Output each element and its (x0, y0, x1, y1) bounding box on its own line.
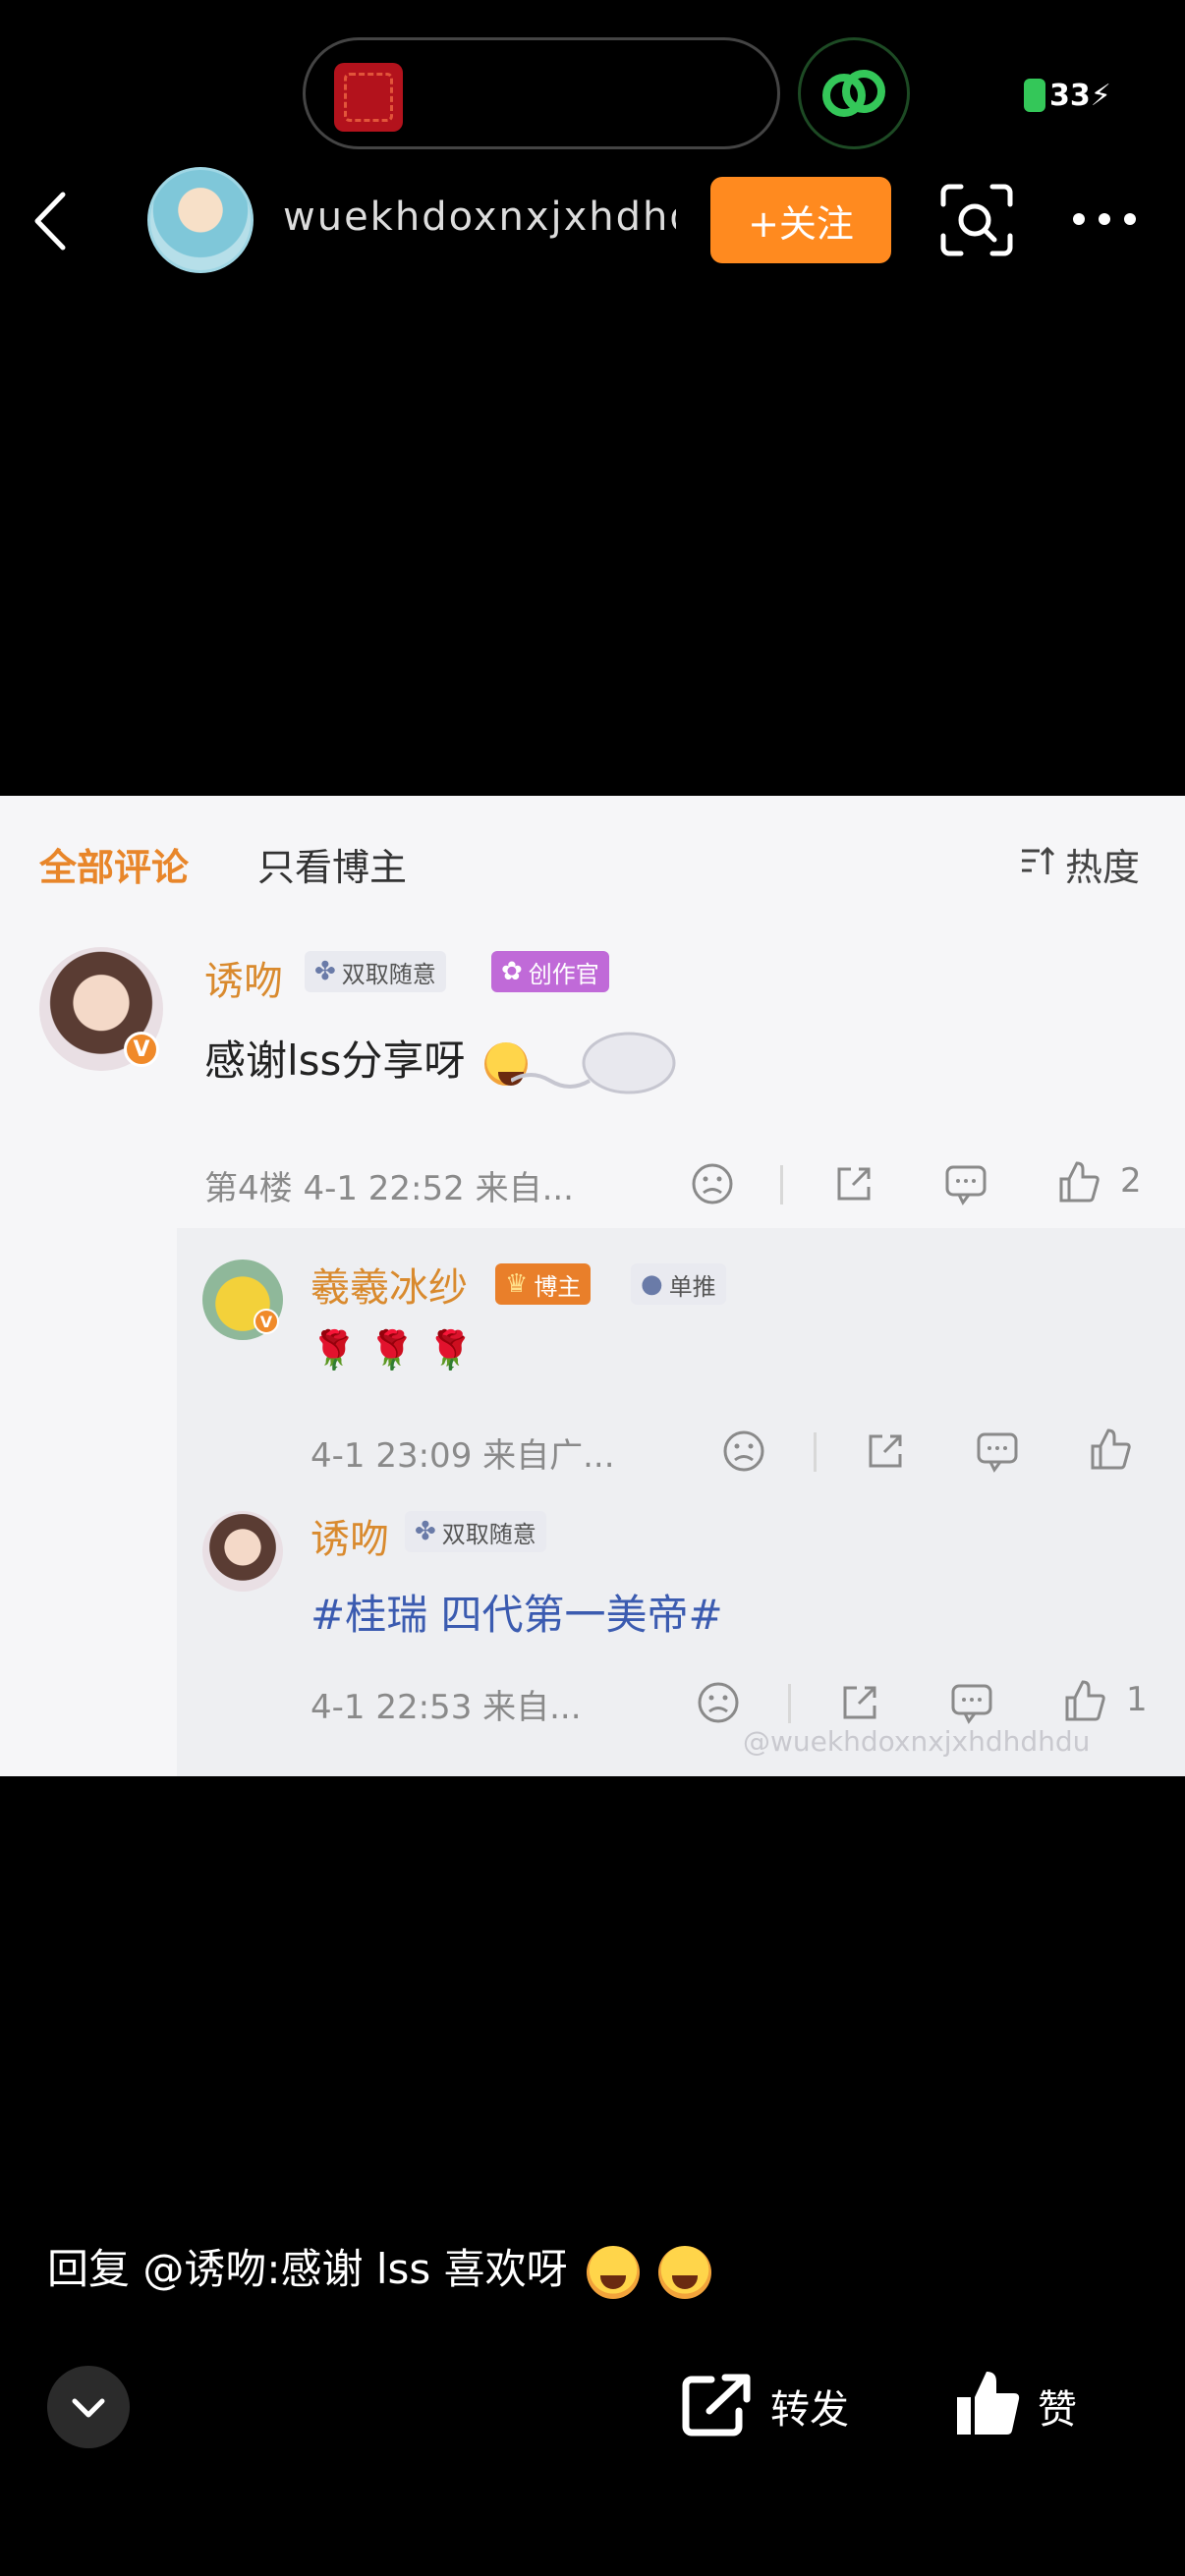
repost-button[interactable] (682, 2374, 753, 2438)
sort-hot-label: 热度 (1065, 846, 1141, 889)
shared-screenshot-image[interactable]: 全部评论 只看博主 热度 V 诱吻 ✤ 双取随意 ✿ 创作官 感谢lss分享呀 第4… (0, 796, 1185, 1776)
follow-button[interactable]: +关注 (710, 177, 891, 263)
clover-icon: ✤ (314, 957, 336, 986)
user-tag-label: 双取随意 (441, 1520, 536, 1548)
user-tag: ✤ 双取随意 (305, 951, 446, 992)
crown-icon: ♛ (505, 1269, 529, 1299)
dislike-icon (696, 1680, 741, 1725)
scan-icon (940, 184, 1013, 256)
commenter-nickname: 羲羲冰纱 (310, 1265, 468, 1311)
battery-indicator: 33 ⚡ (1018, 75, 1117, 116)
person-icon: ● (641, 1269, 663, 1299)
like-count: 2 (1120, 1161, 1142, 1201)
dislike-icon (721, 1428, 766, 1474)
watermark: @wuekhdoxnxjxhdhdhdu (743, 1725, 1091, 1758)
chevron-left-icon (34, 192, 66, 251)
divider (788, 1684, 791, 1723)
cloud-decoration-icon (511, 1032, 676, 1094)
chevron-down-icon (72, 2398, 105, 2418)
divider (814, 1432, 817, 1472)
more-options-button[interactable] (1069, 202, 1140, 236)
comment-icon (975, 1428, 1020, 1474)
author-username[interactable]: wuekhdoxnxjxhdhdhdu... (283, 195, 676, 240)
owner-tag-label: 博主 (534, 1272, 582, 1301)
like-icon (1087, 1427, 1132, 1472)
share-icon (863, 1428, 908, 1474)
share-icon (837, 1680, 882, 1725)
topic-hashtag: #桂瑞 四代第一美帝# (310, 1591, 723, 1639)
user-tag-label: 双取随意 (341, 960, 436, 988)
comment-text: 🌹 🌹 🌹 (310, 1328, 475, 1372)
commenter-nickname: 诱吻 (204, 959, 283, 1004)
post-caption: 回复 @诱吻:感谢 lss 喜欢呀 (47, 2236, 712, 2299)
comment-meta: 4-1 22:53 来自... (310, 1688, 582, 1727)
battery-level: 33 (1049, 78, 1091, 113)
repost-icon (682, 2374, 751, 2436)
like-icon (1061, 1678, 1106, 1723)
dislike-icon (690, 1161, 735, 1206)
comment-icon (943, 1161, 988, 1206)
link-icon (822, 70, 885, 117)
creator-tag: ✿ 创作官 (491, 951, 609, 992)
like-icon (1055, 1159, 1100, 1204)
crying-emoji-icon (587, 2245, 640, 2299)
like-button[interactable] (953, 2368, 1022, 2438)
commenter-nickname: 诱吻 (310, 1517, 389, 1562)
author-avatar[interactable] (147, 167, 254, 273)
comment-meta: 第4楼 4-1 22:52 来自... (204, 1169, 574, 1208)
battery-charging-icon (1024, 79, 1045, 112)
comment-icon (949, 1680, 994, 1725)
post-caption-text: 回复 @诱吻:感谢 lss 喜欢呀 (47, 2245, 568, 2293)
user-tag-label: 单推 (668, 1272, 716, 1301)
link-ring-indicator (798, 37, 910, 149)
verified-badge-icon: V (254, 1309, 279, 1334)
crying-emoji-icon (658, 2245, 712, 2299)
creator-tag-label: 创作官 (528, 960, 599, 988)
sort-icon (1022, 846, 1055, 874)
thumbs-up-icon (957, 2372, 1020, 2435)
tab-owner-only: 只看博主 (257, 846, 408, 889)
tab-all-comments: 全部评论 (39, 846, 190, 889)
user-tag: ✤ 双取随意 (405, 1511, 546, 1552)
creator-badge-icon: ✿ (501, 957, 523, 986)
repost-label[interactable]: 转发 (770, 2378, 849, 2435)
like-label[interactable]: 赞 (1038, 2378, 1077, 2435)
comment-meta: 4-1 23:09 来自广... (310, 1436, 615, 1476)
share-icon (831, 1161, 876, 1206)
clover-icon: ✤ (415, 1517, 436, 1546)
like-count: 1 (1126, 1680, 1148, 1719)
commenter-avatar (202, 1511, 283, 1592)
bolt-icon: ⚡ (1090, 78, 1111, 113)
user-tag: ● 单推 (631, 1263, 726, 1305)
app-activity-icon (334, 63, 403, 132)
back-button[interactable] (29, 187, 69, 255)
divider (780, 1165, 783, 1204)
image-search-button[interactable] (939, 183, 1014, 257)
more-dots-icon (1073, 213, 1136, 225)
collapse-button[interactable] (47, 2366, 130, 2448)
verified-badge-icon: V (124, 1032, 159, 1067)
owner-tag: ♛ 博主 (495, 1263, 592, 1305)
comment-text-content: 感谢lss分享呀 (204, 1036, 466, 1085)
comment-text: 感谢lss分享呀 (204, 1028, 528, 1088)
